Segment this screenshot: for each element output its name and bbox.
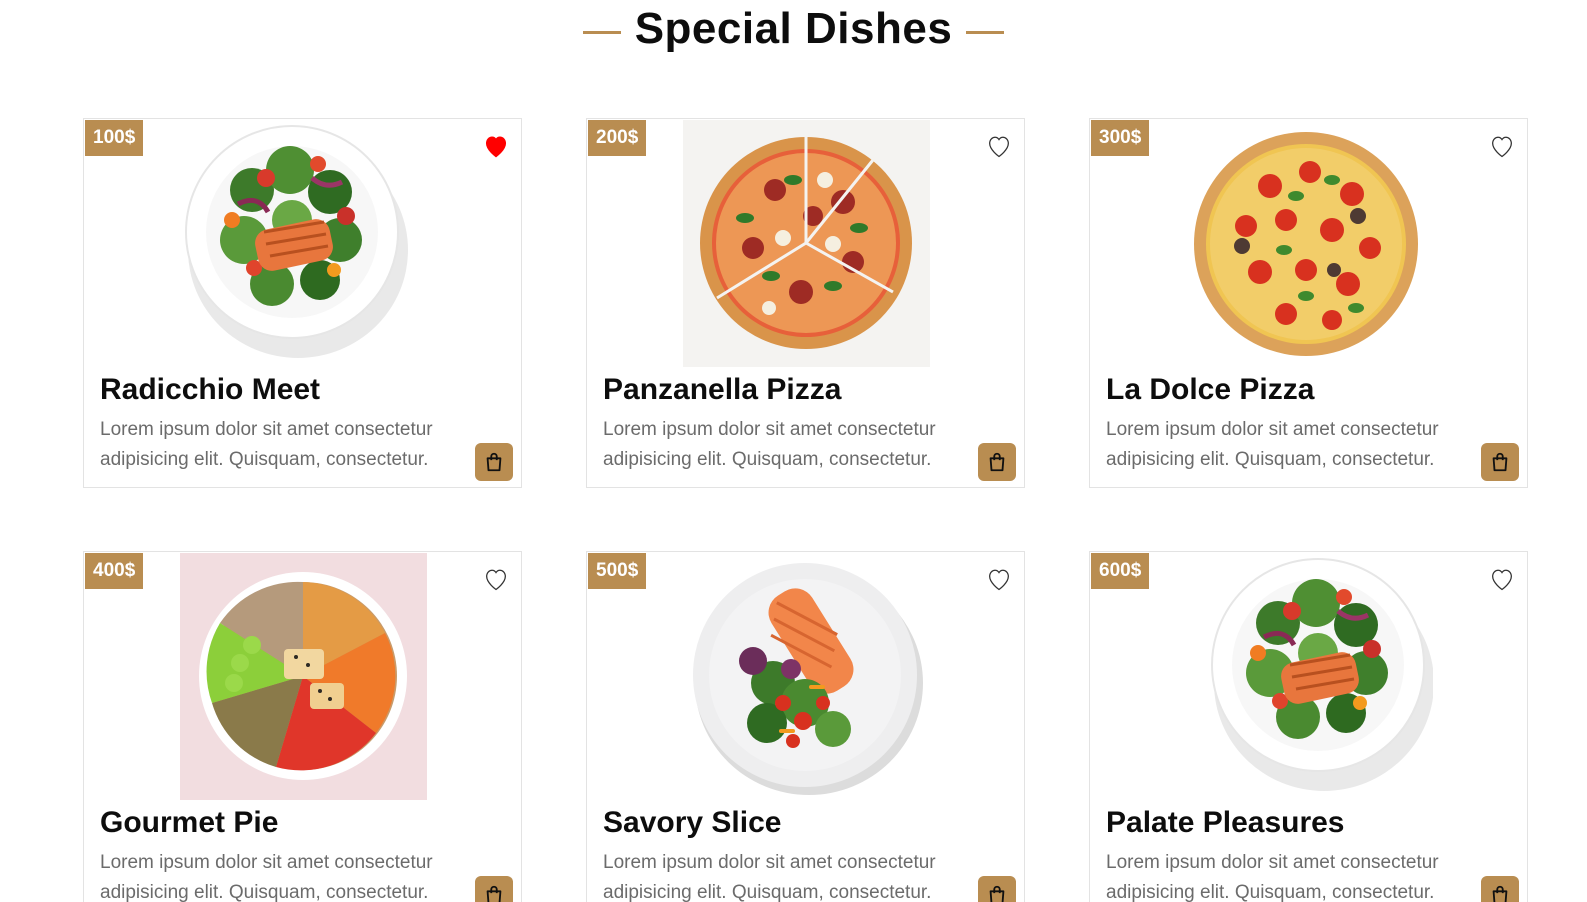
shopping-bag-icon [989,452,1005,472]
dish-description: Lorem ipsum dolor sit amet consectetur a… [100,419,433,470]
dish-card: 100$ Radicchio Meet Lorem ipsum dolor si… [83,118,522,488]
heart-icon [989,569,1009,591]
dish-card: 400$ Gourmet Pie Lorem ipsum dolor sit a… [83,551,522,902]
dish-name: Radicchio Meet [100,373,321,406]
price-badge: 100$ [85,120,144,156]
dish-name: Gourmet Pie [100,806,279,839]
shopping-bag-icon [1492,452,1508,472]
shopping-bag-icon [1492,885,1508,902]
dish-card: 600$ Palate Pleasures Lorem ipsum dolor … [1089,551,1528,902]
add-to-cart-button[interactable] [978,443,1016,481]
dish-card: 300$ La Dolce Pizza Lorem ipsum dolor si… [1089,118,1528,488]
dish-image [1186,553,1433,800]
favorite-button[interactable] [1487,131,1517,161]
shopping-bag-icon [486,885,502,902]
dish-grid: 100$ Radicchio Meet Lorem ipsum dolor si… [83,118,1528,902]
price-badge: 500$ [588,553,647,589]
heart-icon [485,136,507,158]
dish-image [1186,120,1433,367]
dish-card: 200$ Panzanella Pizza Lorem ipsum dolor … [586,118,1025,488]
price-badge: 200$ [588,120,647,156]
heading-line-right [966,30,1005,34]
dish-name: Savory Slice [603,806,782,839]
heart-icon [1492,136,1512,158]
heart-icon [989,136,1009,158]
shopping-bag-icon [486,452,502,472]
favorite-button[interactable] [984,564,1014,594]
favorite-button[interactable] [481,131,511,161]
add-to-cart-button[interactable] [1481,876,1519,902]
heading-line-left [582,30,621,34]
favorite-button[interactable] [481,564,511,594]
favorite-button[interactable] [984,131,1014,161]
add-to-cart-button[interactable] [978,876,1016,902]
add-to-cart-button[interactable] [1481,443,1519,481]
price-badge: 300$ [1091,120,1150,156]
dish-name: Palate Pleasures [1106,806,1345,839]
dish-description: Lorem ipsum dolor sit amet consectetur a… [100,852,433,902]
add-to-cart-button[interactable] [475,876,513,902]
price-badge: 600$ [1091,553,1150,589]
add-to-cart-button[interactable] [475,443,513,481]
section-title: Special Dishes [634,4,953,53]
shopping-bag-icon [989,885,1005,902]
dish-name: La Dolce Pizza [1106,373,1315,406]
dish-image [683,553,930,800]
dish-description: Lorem ipsum dolor sit amet consectetur a… [603,419,936,470]
heart-icon [486,569,506,591]
favorite-button[interactable] [1487,564,1517,594]
dish-image [180,120,427,367]
price-badge: 400$ [85,553,144,589]
dish-name: Panzanella Pizza [603,373,842,406]
special-dishes-page: Special Dishes 100$ Radicchio Meet Lorem… [0,0,1587,902]
dish-image [180,553,427,800]
dish-card: 500$ Savory Slice Lorem ipsum dolor sit … [586,551,1025,902]
section-heading: Special Dishes [0,4,1587,54]
dish-description: Lorem ipsum dolor sit amet consectetur a… [603,852,936,902]
heart-icon [1492,569,1512,591]
dish-description: Lorem ipsum dolor sit amet consectetur a… [1106,419,1439,470]
dish-description: Lorem ipsum dolor sit amet consectetur a… [1106,852,1439,902]
dish-image [683,120,930,367]
